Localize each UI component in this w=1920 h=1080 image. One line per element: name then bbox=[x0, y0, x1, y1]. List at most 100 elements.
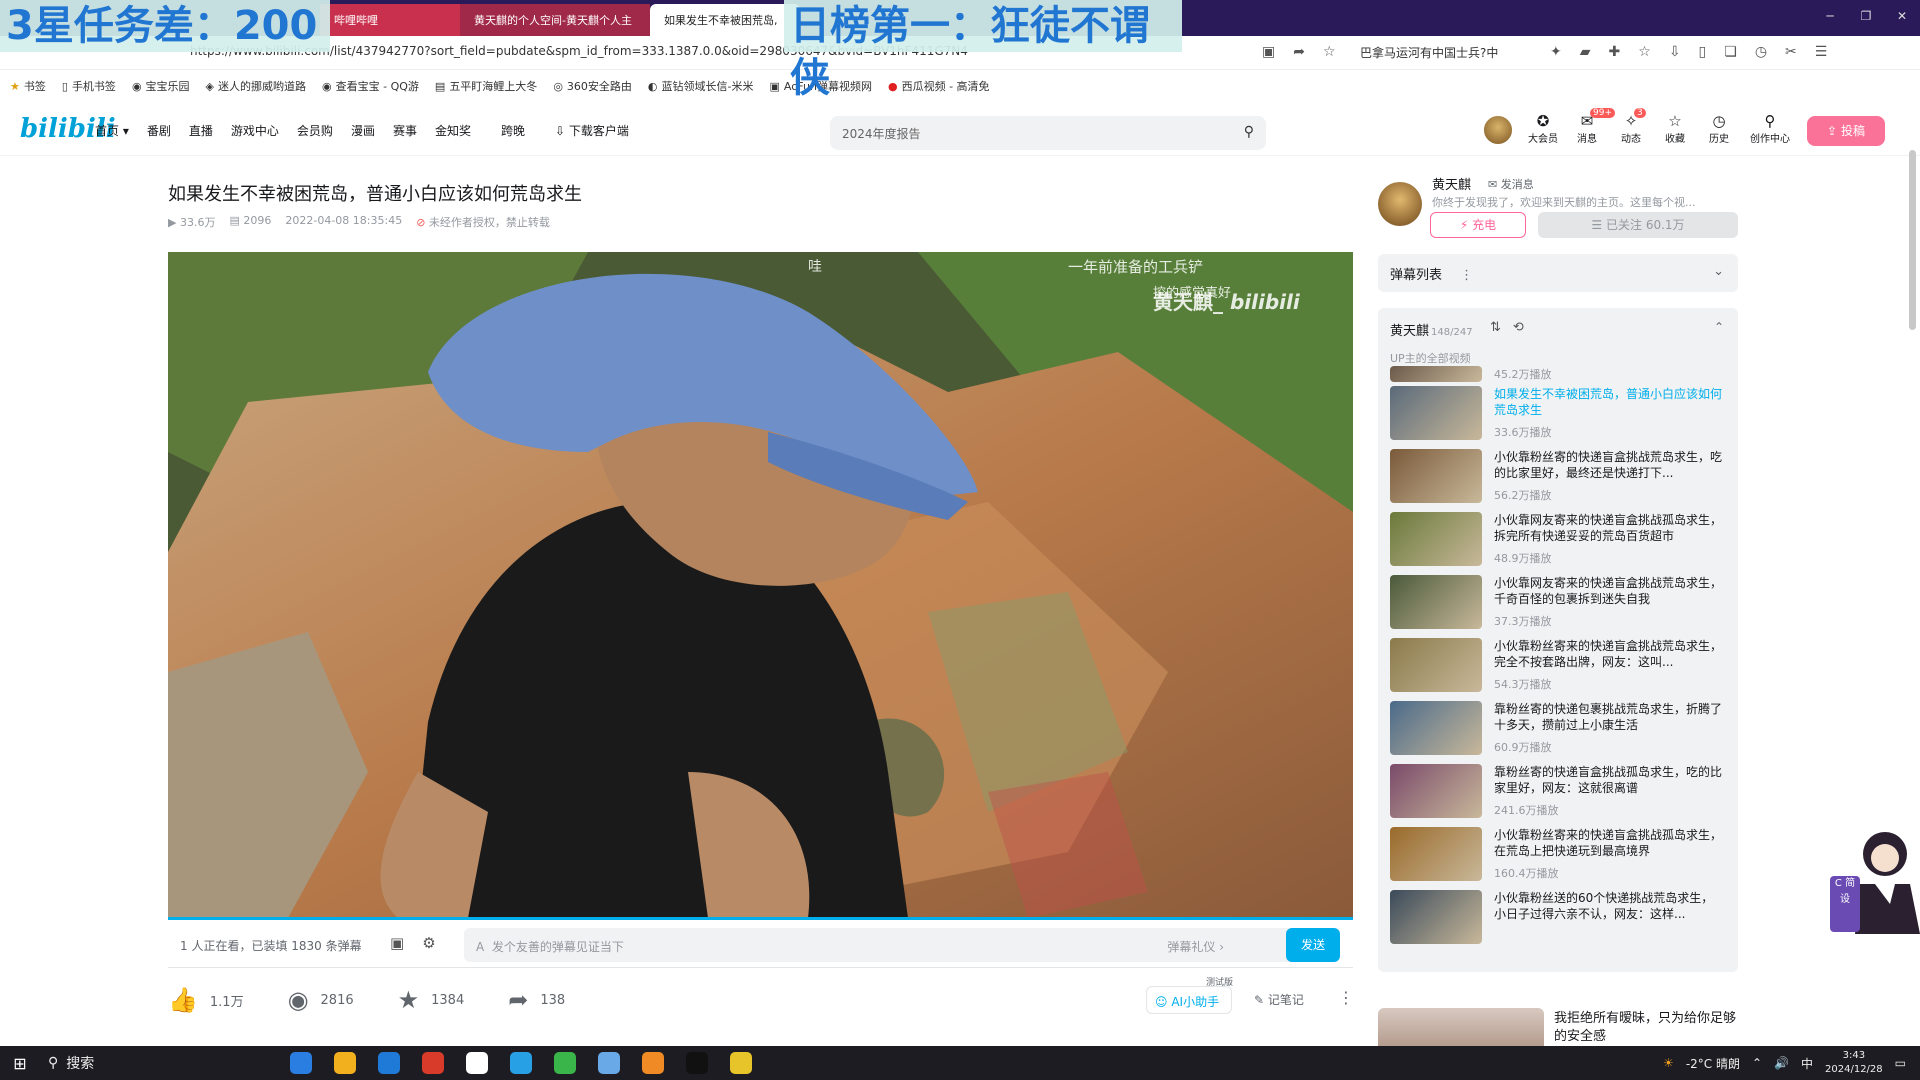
menu-icon[interactable]: ☰ bbox=[1815, 44, 1828, 60]
playlist-item-title[interactable]: 小伙靠粉丝送的60个快递挑战荒岛求生，小日子过得六亲不认，网友：这样... bbox=[1494, 890, 1724, 922]
playlist-item-title[interactable]: 小伙靠粉丝寄的快递盲盒挑战荒岛求生，吃的比家里好，最终还是快递打下... bbox=[1494, 449, 1724, 481]
bookmark-item[interactable]: ▤ 五平盯海鲤上大冬 bbox=[435, 78, 537, 94]
video-thumbnail[interactable] bbox=[1390, 638, 1482, 692]
vip-button[interactable]: ✪ 大会员 bbox=[1528, 112, 1558, 145]
ime-indicator[interactable]: 中 bbox=[1801, 1055, 1813, 1072]
phone-icon[interactable]: ▯ bbox=[1699, 44, 1707, 60]
playlist-item-title[interactable]: 如果发生不幸被困荒岛，普通小白应该如何荒岛求生 bbox=[1494, 386, 1724, 418]
bookmark-item[interactable]: ◎ 360安全路由 bbox=[553, 78, 632, 94]
avatar[interactable] bbox=[1482, 114, 1514, 146]
share-icon[interactable]: ➦ bbox=[1293, 44, 1305, 60]
bookmark-item[interactable]: ◐ 蓝钻领域长信-米米 bbox=[648, 78, 754, 94]
playlist-item-title[interactable]: 靠粉丝寄的快递盲盒挑战孤岛求生，吃的比家里好，网友：这就很离谱 bbox=[1494, 764, 1724, 796]
puzzle-icon[interactable]: ✚ bbox=[1609, 44, 1621, 60]
video-thumbnail[interactable] bbox=[1390, 386, 1482, 440]
charge-button[interactable]: ⚡ 充电 bbox=[1430, 212, 1526, 238]
recommend-thumbnail[interactable] bbox=[1378, 1008, 1544, 1048]
danmaku-list-panel[interactable]: 弹幕列表 ⋮ ⌄ bbox=[1378, 254, 1738, 292]
up-avatar[interactable] bbox=[1378, 182, 1422, 226]
playlist-item[interactable]: 45.2万播放 bbox=[1378, 366, 1738, 386]
more-options-icon[interactable]: ⋮ bbox=[1460, 268, 1473, 283]
video-thumbnail[interactable] bbox=[1390, 890, 1482, 944]
follow-button[interactable]: ☰ 已关注 60.1万 bbox=[1538, 212, 1738, 238]
video-thumbnail[interactable] bbox=[1390, 764, 1482, 818]
weather-text[interactable]: -2°C 晴朗 bbox=[1686, 1055, 1740, 1072]
nav-item-award[interactable]: 金知奖 bbox=[435, 122, 471, 139]
nav-item-anime[interactable]: 番剧 bbox=[147, 122, 171, 139]
clock[interactable]: 3:43 2024/12/28 bbox=[1825, 1049, 1883, 1077]
share-button[interactable]: ➦ 138 bbox=[508, 986, 565, 1014]
ai-assistant-button[interactable]: ☺ AI小助手 bbox=[1146, 986, 1232, 1014]
copy-icon[interactable]: ❏ bbox=[1724, 44, 1737, 60]
taskbar-search[interactable]: ⚲ 搜索 bbox=[40, 1046, 230, 1080]
loop-icon[interactable]: ⟲ bbox=[1513, 320, 1524, 335]
favorites-icon[interactable]: ☆ bbox=[1638, 44, 1651, 60]
playlist-item[interactable]: 小伙靠网友寄来的快递盲盒挑战荒岛求生，千奇百怪的包裹拆到迷失自我 37.3万播放 bbox=[1378, 575, 1738, 638]
search-icon[interactable]: ⚲ bbox=[1244, 124, 1254, 140]
restore-icon[interactable]: ❐ bbox=[1848, 0, 1884, 32]
nav-item-gala[interactable]: 跨晚 bbox=[501, 122, 525, 139]
chevron-down-icon[interactable]: ⌄ bbox=[1713, 264, 1724, 279]
video-thumbnail[interactable] bbox=[1390, 701, 1482, 755]
playlist-item[interactable]: 小伙靠粉丝送的60个快递挑战荒岛求生，小日子过得六亲不认，网友：这样... bbox=[1378, 890, 1738, 953]
danmaku-etiquette-link[interactable]: 弹幕礼仪 › bbox=[1167, 938, 1224, 955]
video-thumbnail[interactable] bbox=[1390, 449, 1482, 503]
playlist-item-title[interactable]: 小伙靠网友寄来的快递盲盒挑战孤岛求生，拆完所有快递妥妥的荒岛百货超市 bbox=[1494, 512, 1724, 544]
browser-tab[interactable]: 黄天麒的个人空间-黄天麒个人主 bbox=[460, 4, 650, 36]
taskbar-app-icon[interactable] bbox=[334, 1052, 356, 1074]
send-button[interactable]: 发送 bbox=[1286, 928, 1340, 962]
notification-icon[interactable]: ▭ bbox=[1895, 1056, 1906, 1070]
messages-button[interactable]: ✉ 99+ 消息 bbox=[1572, 108, 1615, 145]
taskbar-app-icon[interactable] bbox=[686, 1052, 708, 1074]
playlist-item[interactable]: 小伙靠网友寄来的快递盲盒挑战孤岛求生，拆完所有快递妥妥的荒岛百货超市 48.9万播… bbox=[1378, 512, 1738, 575]
nav-item-game[interactable]: 游戏中心 bbox=[231, 122, 279, 139]
playlist-item[interactable]: 小伙靠粉丝寄来的快递盲盒挑战荒岛求生，完全不按套路出牌，网友：这叫... 54.3… bbox=[1378, 638, 1738, 701]
sort-icon[interactable]: ⇅ bbox=[1490, 320, 1501, 335]
note-button[interactable]: ✎ 记笔记 bbox=[1254, 991, 1304, 1008]
close-icon[interactable]: ✕ bbox=[1884, 0, 1920, 32]
taskbar-app-icon[interactable] bbox=[378, 1052, 400, 1074]
bookmark-item[interactable]: ◉ 宝宝乐园 bbox=[132, 78, 190, 94]
volume-icon[interactable]: 🔊 bbox=[1774, 1056, 1789, 1070]
history-icon[interactable]: ◷ bbox=[1755, 44, 1767, 60]
playlist-item[interactable]: 如果发生不幸被困荒岛，普通小白应该如何荒岛求生 33.6万播放 bbox=[1378, 386, 1738, 449]
taskbar-app-icon[interactable] bbox=[598, 1052, 620, 1074]
up-name[interactable]: 黄天麒 bbox=[1432, 174, 1471, 193]
taskbar-app-icon[interactable] bbox=[510, 1052, 532, 1074]
taskbar-app-icon[interactable] bbox=[730, 1052, 752, 1074]
nav-item-manga[interactable]: 漫画 bbox=[351, 122, 375, 139]
nav-item-home[interactable]: 首页 ▾ bbox=[95, 122, 129, 139]
windows-start-icon[interactable]: ⊞ bbox=[0, 1054, 40, 1073]
more-options-icon[interactable]: ⋮ bbox=[1338, 988, 1354, 1007]
favorite-button[interactable]: ★ 1384 bbox=[398, 986, 465, 1014]
browser-tab[interactable]: 哔哩哔哩 bbox=[320, 4, 460, 36]
nav-item-mall[interactable]: 会员购 bbox=[297, 122, 333, 139]
extension-icon[interactable]: ▰ bbox=[1580, 44, 1591, 60]
taskbar-app-icon[interactable] bbox=[422, 1052, 444, 1074]
recommend-title[interactable]: 我拒绝所有暧昧，只为给你足够的安全感 bbox=[1554, 1010, 1744, 1046]
reader-icon[interactable]: ▣ bbox=[1262, 44, 1275, 60]
search-input[interactable]: 2024年度报告 ⚲ bbox=[830, 116, 1266, 150]
bookmark-item[interactable]: ▯ 手机书签 bbox=[62, 78, 116, 94]
video-thumbnail[interactable] bbox=[1390, 575, 1482, 629]
tray-chevron-icon[interactable]: ⌃ bbox=[1752, 1056, 1762, 1070]
nav-item-live[interactable]: 直播 bbox=[189, 122, 213, 139]
history-button[interactable]: ◷ 历史 bbox=[1704, 112, 1734, 145]
favorites-button[interactable]: ☆ 收藏 bbox=[1660, 112, 1690, 145]
taskbar-app-icon[interactable] bbox=[466, 1052, 488, 1074]
playlist-item-title[interactable]: 小伙靠网友寄来的快递盲盒挑战荒岛求生，千奇百怪的包裹拆到迷失自我 bbox=[1494, 575, 1724, 607]
playlist-item[interactable]: 小伙靠粉丝寄的快递盲盒挑战荒岛求生，吃的比家里好，最终还是快递打下... 56.2… bbox=[1378, 449, 1738, 512]
bookmark-item[interactable]: ● 西瓜视频 - 高清免 bbox=[888, 78, 990, 94]
danmaku-input[interactable]: A 发个友善的弹幕见证当下 弹幕礼仪 › bbox=[464, 928, 1304, 962]
coin-button[interactable]: ◉ 2816 bbox=[288, 986, 354, 1014]
taskbar-app-icon[interactable] bbox=[554, 1052, 576, 1074]
playlist-item[interactable]: 小伙靠粉丝寄来的快递盲盒挑战孤岛求生，在荒岛上把快递玩到最高境界 160.4万播放 bbox=[1378, 827, 1738, 890]
creator-center-button[interactable]: ⚲ 创作中心 bbox=[1748, 112, 1792, 145]
search-suggest[interactable]: 巴拿马运河有中国士兵?中 bbox=[1360, 44, 1530, 61]
nav-item-download[interactable]: ⇩ 下载客户端 bbox=[555, 122, 629, 139]
nav-item-match[interactable]: 赛事 bbox=[393, 122, 417, 139]
taskbar-app-icon[interactable] bbox=[290, 1052, 312, 1074]
danmaku-toggle-icon[interactable]: ▣ bbox=[390, 934, 404, 952]
video-thumbnail[interactable] bbox=[1390, 512, 1482, 566]
upload-button[interactable]: ⇪ 投稿 bbox=[1807, 116, 1885, 146]
